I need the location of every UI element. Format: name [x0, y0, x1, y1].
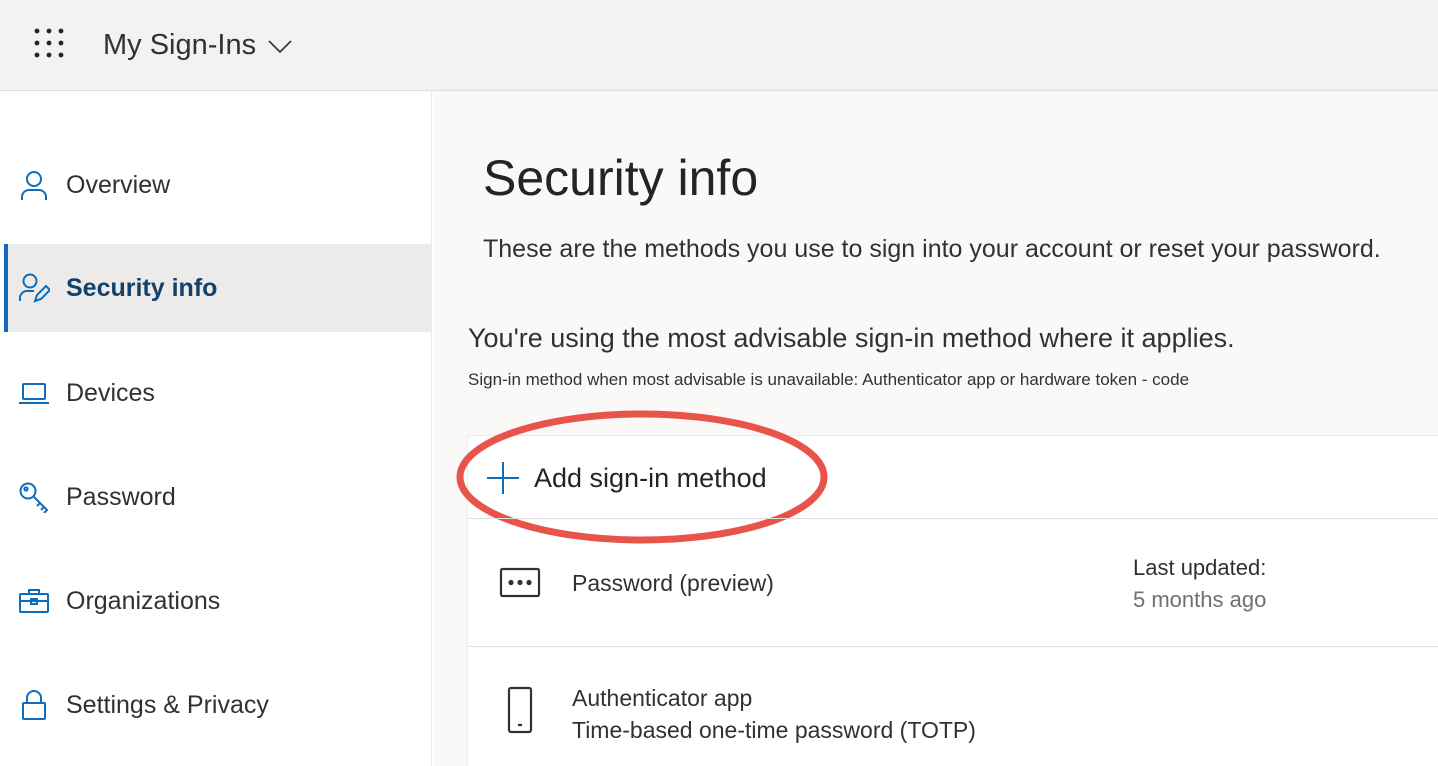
row-divider — [468, 518, 1438, 519]
advice-subtext: Sign-in method when most advisable is un… — [468, 370, 1190, 389]
method-detail: Time-based one-time password (TOTP) — [572, 717, 976, 743]
sidebar-item-label: Overview — [66, 170, 171, 199]
person-icon — [21, 171, 47, 200]
method-name: Password (preview) — [572, 570, 774, 596]
sidebar-item-label: Organizations — [66, 586, 221, 615]
add-sign-in-method-label: Add sign-in method — [534, 462, 767, 493]
methods-card: Add sign-in method Password (preview) La… — [456, 410, 1438, 766]
sidebar-item-label: Settings & Privacy — [66, 690, 269, 719]
sidebar-item-label: Password — [66, 482, 176, 511]
chevron-down-icon — [268, 40, 292, 54]
page-description: These are the methods you use to sign in… — [483, 235, 1381, 263]
app-launcher-icon[interactable] — [33, 27, 65, 59]
last-updated-value: 5 months ago — [1133, 587, 1267, 612]
advice-heading: You're using the most advisable sign-in … — [468, 323, 1235, 353]
app-switcher[interactable]: My Sign-Ins — [103, 26, 292, 64]
last-updated-label: Last updated: — [1133, 555, 1267, 580]
sidebar-item-settings-privacy[interactable]: Settings & Privacy — [4, 661, 432, 749]
sidebar-nav: Overview Security info Devices Password … — [0, 91, 432, 766]
phone-icon — [507, 686, 533, 734]
lock-icon — [22, 690, 46, 720]
top-header: My Sign-Ins — [0, 0, 1438, 91]
plus-icon — [487, 462, 519, 494]
laptop-icon — [19, 383, 49, 404]
page-title: Security info — [483, 150, 759, 206]
sidebar-item-security-info[interactable]: Security info — [4, 244, 432, 332]
sidebar-item-devices[interactable]: Devices — [4, 349, 432, 437]
main-content: Security info These are the methods you … — [433, 91, 1438, 766]
password-dots-icon — [499, 567, 541, 598]
sidebar-item-label: Devices — [66, 378, 155, 407]
sidebar-item-label: Security info — [66, 273, 218, 302]
person-edit-icon — [19, 273, 50, 303]
sidebar-item-password[interactable]: Password — [4, 453, 432, 541]
row-divider — [468, 646, 1438, 647]
method-name: Authenticator app — [572, 685, 753, 711]
sidebar-item-overview[interactable]: Overview — [4, 141, 432, 229]
briefcase-icon — [19, 589, 49, 613]
key-icon — [19, 482, 49, 513]
app-title: My Sign-Ins — [103, 29, 257, 61]
add-sign-in-method-button[interactable]: Add sign-in method — [486, 454, 767, 502]
sidebar-item-organizations[interactable]: Organizations — [4, 557, 432, 645]
